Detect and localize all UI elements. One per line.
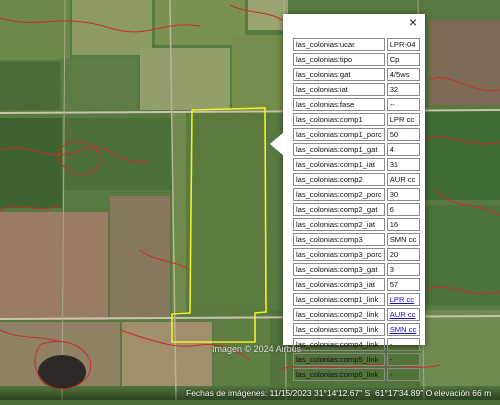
attribute-row: las_colonias:comp2_gat 6 (293, 203, 420, 216)
attribute-key: las_colonias:comp1_link (293, 293, 385, 306)
attribute-row: las_colonias:comp1 LPR cc (293, 113, 420, 126)
attribute-value: LPR cc (386, 293, 420, 306)
attribute-row: las_colonias:comp1_iat 31 (293, 158, 420, 171)
status-bar: Fechas de imágenes: 11/15/2023 31°14'12.… (0, 386, 500, 400)
attribute-key: las_colonias:comp3 (293, 233, 385, 246)
attribute-key: las_colonias:fase (293, 98, 385, 111)
attribute-row: las_colonias:iat 32 (293, 83, 420, 96)
attribute-value: 50 (386, 128, 420, 141)
attribute-row: las_colonias:gat 4/5ws (293, 68, 420, 81)
attribute-row: las_colonias:comp2_iat 16 (293, 218, 420, 231)
attribute-link[interactable]: LPR cc (390, 295, 414, 304)
attribute-key: las_colonias:ucar (293, 38, 385, 51)
attribute-row: las_colonias:comp5_link - (293, 353, 420, 366)
attribute-row: las_colonias:comp4_link - (293, 338, 420, 351)
attribute-row: las_colonias:comp2_link AUR cc (293, 308, 420, 321)
attribute-value: - (386, 338, 420, 351)
attribute-key: las_colonias:comp1_gat (293, 143, 385, 156)
attribute-row: las_colonias:comp2_porc 30 (293, 188, 420, 201)
attribute-key: las_colonias:comp1_porc (293, 128, 385, 141)
attribute-row: las_colonias:comp3_iat 57 (293, 278, 420, 291)
attribute-value: 31 (386, 158, 420, 171)
attribute-row: las_colonias:comp3_porc 20 (293, 248, 420, 261)
attribute-key: las_colonias:comp3_gat (293, 263, 385, 276)
attribute-value: SMN cc (386, 233, 420, 246)
attribute-row: las_colonias:ucar LPR-04 (293, 38, 420, 51)
attribute-key: las_colonias:comp2 (293, 173, 385, 186)
popup-pointer (270, 132, 284, 156)
satellite-map[interactable] (0, 0, 500, 401)
attribute-key: las_colonias:comp1_iat (293, 158, 385, 171)
attribute-link[interactable]: AUR cc (390, 310, 416, 319)
imagery-date: Fechas de imágenes: 11/15/2023 (186, 388, 312, 398)
attribute-row: las_colonias:comp3_gat 3 (293, 263, 420, 276)
attribute-table: las_colonias:ucar LPR-04 las_colonias:tipo… (291, 36, 422, 383)
attribute-value: 16 (386, 218, 420, 231)
attribute-key: las_colonias:comp2_link (293, 308, 385, 321)
parcel-outline[interactable] (0, 0, 500, 400)
attribute-key: las_colonias:comp1 (293, 113, 385, 126)
longitude-readout: 61°17'34.89" O (375, 388, 433, 398)
attribute-value: 3 (386, 263, 420, 276)
attribute-key: las_colonias:comp4_link (293, 338, 385, 351)
feature-info-popup: × las_colonias:ucar LPR-04 las_colonias:ti… (270, 14, 425, 381)
attribute-row: las_colonias:comp1_link LPR cc (293, 293, 420, 306)
attribute-key: las_colonias:comp3_iat (293, 278, 385, 291)
attribute-value: 20 (386, 248, 420, 261)
attribute-key: las_colonias:comp2_porc (293, 188, 385, 201)
attribute-value: LPR-04 (386, 38, 420, 51)
attribute-key: las_colonias:comp3_porc (293, 248, 385, 261)
attribute-row: las_colonias:comp3_link SMN cc (293, 323, 420, 336)
attribute-key: las_colonias:comp5_link (293, 353, 385, 366)
attribute-value: -- (386, 98, 420, 111)
latitude-readout: 31°14'12.67" S (314, 388, 371, 398)
attribute-value: SMN cc (386, 323, 420, 336)
attribute-key: las_colonias:comp3_link (293, 323, 385, 336)
close-icon[interactable]: × (407, 15, 419, 29)
attribute-value: 6 (386, 203, 420, 216)
attribute-key: las_colonias:iat (293, 83, 385, 96)
attribute-row: las_colonias:comp2 AUR cc (293, 173, 420, 186)
imagery-credit: Imagen © 2024 Airbus (212, 344, 302, 354)
attribute-value: 57 (386, 278, 420, 291)
attribute-key: las_colonias:gat (293, 68, 385, 81)
attribute-value: 4 (386, 143, 420, 156)
attribute-value: AUR cc (386, 308, 420, 321)
attribute-key: las_colonias:comp6_link (293, 368, 385, 381)
attribute-value: - (386, 368, 420, 381)
attribute-row: las_colonias:comp3 SMN cc (293, 233, 420, 246)
attribute-value: 4/5ws (386, 68, 420, 81)
attribute-row: las_colonias:comp1_gat 4 (293, 143, 420, 156)
attribute-link[interactable]: SMN cc (390, 325, 417, 334)
attribute-row: las_colonias:comp6_link - (293, 368, 420, 381)
attribute-key: las_colonias:comp2_gat (293, 203, 385, 216)
attribute-row: las_colonias:fase -- (293, 98, 420, 111)
attribute-value: Cp (386, 53, 420, 66)
attribute-value: 32 (386, 83, 420, 96)
attribute-key: las_colonias:tipo (293, 53, 385, 66)
attribute-value: AUR cc (386, 173, 420, 186)
elevation-readout: elevación 66 m (434, 388, 492, 398)
attribute-row: las_colonias:comp1_porc 50 (293, 128, 420, 141)
attribute-value: LPR cc (386, 113, 420, 126)
attribute-row: las_colonias:tipo Cp (293, 53, 420, 66)
attribute-key: las_colonias:comp2_iat (293, 218, 385, 231)
attribute-value: - (386, 353, 420, 366)
attribute-value: 30 (386, 188, 420, 201)
